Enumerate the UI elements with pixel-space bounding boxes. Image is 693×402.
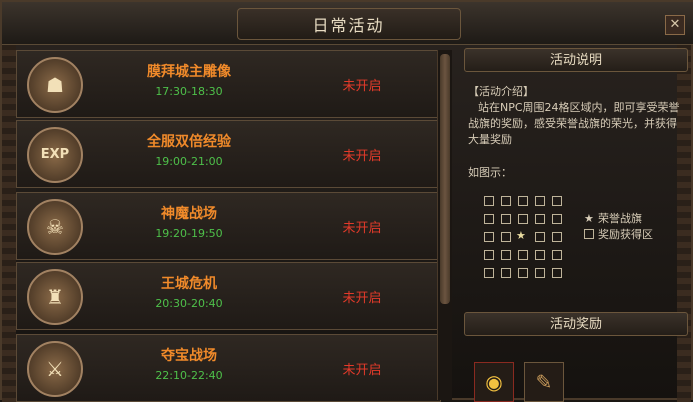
activity-name: 全服双倍经验 bbox=[147, 134, 231, 150]
zone-cell bbox=[501, 250, 511, 260]
zone-cell bbox=[501, 214, 511, 224]
intro-body: 站在NPC周围24格区域内，即可享受荣誉战旗的奖励，感受荣誉战旗的荣光，并获得大… bbox=[468, 101, 680, 146]
close-button[interactable]: ✕ bbox=[665, 15, 685, 35]
zone-cell bbox=[518, 214, 528, 224]
zone-cell bbox=[518, 196, 528, 206]
diagram-label: 如图示： bbox=[468, 166, 512, 179]
title-bar: 日常活动 ✕ bbox=[2, 2, 693, 45]
zone-diagram: ★ bbox=[482, 194, 572, 280]
exp-icon: EXP bbox=[27, 127, 83, 183]
activity-status: 未开启 bbox=[342, 79, 382, 94]
activity-row[interactable]: ♜ 王城危机 20:30-20:40 未开启 bbox=[16, 262, 441, 330]
zone-cell bbox=[535, 250, 545, 260]
zone-cell bbox=[535, 214, 545, 224]
zone-cell bbox=[484, 250, 494, 260]
list-scrollbar[interactable] bbox=[437, 50, 452, 400]
activity-window: 日常活动 ✕ ☗ 膜拜城主雕像 17:30-18:30 未开启 EXP 全服双倍… bbox=[0, 0, 693, 402]
legend-zone: 奖励获得区 bbox=[584, 226, 653, 242]
activity-name: 王城危机 bbox=[161, 276, 217, 292]
scroll-thumb[interactable] bbox=[440, 54, 450, 304]
zone-cell bbox=[552, 250, 562, 260]
zone-cell bbox=[535, 268, 545, 278]
activity-row[interactable]: ☠ 神魔战场 19:20-19:50 未开启 bbox=[16, 192, 441, 260]
star-icon: ★ bbox=[584, 212, 594, 225]
zone-cell bbox=[484, 196, 494, 206]
legend-flag-label: 荣誉战旗 bbox=[598, 212, 642, 225]
activity-status: 未开启 bbox=[342, 363, 382, 378]
demon-battlefield-icon: ☠ bbox=[27, 199, 83, 255]
rewards-header: 活动奖励 bbox=[464, 312, 688, 336]
statue-icon: ☗ bbox=[27, 57, 83, 113]
intro-heading: 【活动介绍】 bbox=[468, 85, 534, 98]
info-panel: 活动说明 【活动介绍】 站在NPC周围24格区域内，即可享受荣誉战旗的奖励，感受… bbox=[462, 46, 690, 402]
activity-row[interactable]: EXP 全服双倍经验 19:00-21:00 未开启 bbox=[16, 120, 441, 188]
zone-cell bbox=[552, 232, 562, 242]
activity-name: 膜拜城主雕像 bbox=[147, 64, 231, 80]
window-title: 日常活动 bbox=[312, 16, 385, 35]
activity-name: 神魔战场 bbox=[161, 206, 217, 222]
info-header: 活动说明 bbox=[464, 48, 688, 72]
crossed-swords-icon: ⚔ bbox=[27, 341, 83, 397]
zone-cell bbox=[535, 232, 545, 242]
activity-list: ☗ 膜拜城主雕像 17:30-18:30 未开启 EXP 全服双倍经验 19:0… bbox=[10, 46, 457, 402]
zone-cell bbox=[501, 268, 511, 278]
scroll-icon[interactable]: ✎ bbox=[524, 362, 564, 402]
zone-cell bbox=[552, 214, 562, 224]
zone-cell bbox=[552, 268, 562, 278]
activity-time: 20:30-20:40 bbox=[155, 297, 223, 310]
flag-star-icon: ★ bbox=[516, 229, 526, 242]
activity-time: 19:20-19:50 bbox=[155, 227, 223, 240]
zone-cell bbox=[501, 196, 511, 206]
activity-name: 夺宝战场 bbox=[161, 348, 217, 364]
zone-cell bbox=[518, 250, 528, 260]
activity-time: 22:10-22:40 bbox=[155, 369, 223, 382]
activity-status: 未开启 bbox=[342, 221, 382, 236]
zone-cell bbox=[484, 268, 494, 278]
activity-row[interactable]: ☗ 膜拜城主雕像 17:30-18:30 未开启 bbox=[16, 50, 441, 118]
square-icon bbox=[584, 229, 594, 239]
legend-zone-label: 奖励获得区 bbox=[598, 228, 653, 241]
activity-time: 17:30-18:30 bbox=[155, 85, 223, 98]
activity-status: 未开启 bbox=[342, 149, 382, 164]
gold-ingot-icon[interactable]: ◉ bbox=[474, 362, 514, 402]
zone-cell bbox=[484, 232, 494, 242]
zone-cell bbox=[535, 196, 545, 206]
legend-flag: ★ 荣誉战旗 bbox=[584, 210, 642, 226]
zone-cell bbox=[484, 214, 494, 224]
castle-crisis-icon: ♜ bbox=[27, 269, 83, 325]
activity-time: 19:00-21:00 bbox=[155, 155, 223, 168]
zone-cell bbox=[501, 232, 511, 242]
zone-cell bbox=[518, 268, 528, 278]
activity-status: 未开启 bbox=[342, 291, 382, 306]
activity-row[interactable]: ⚔ 夺宝战场 22:10-22:40 未开启 bbox=[16, 334, 441, 402]
zone-cell bbox=[552, 196, 562, 206]
activity-description: 【活动介绍】 站在NPC周围24格区域内，即可享受荣誉战旗的奖励，感受荣誉战旗的… bbox=[468, 84, 686, 148]
